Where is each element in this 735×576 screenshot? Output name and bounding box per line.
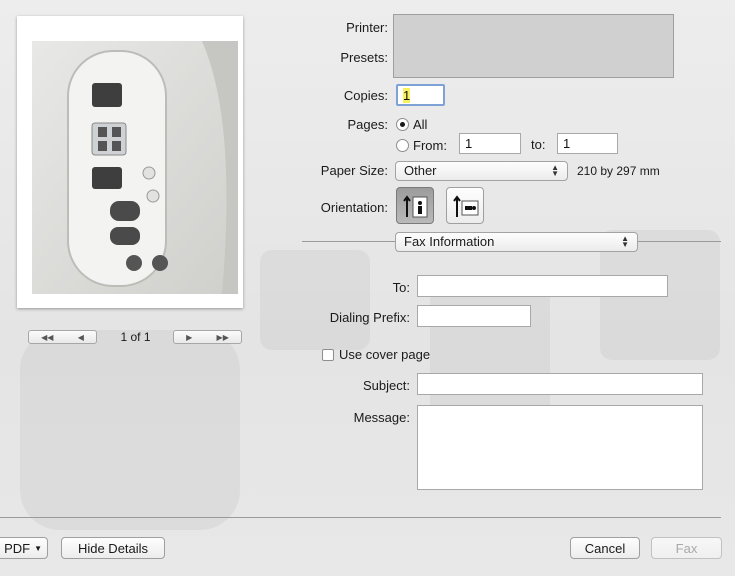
popup-arrows-icon: ▲ ▼ [621,234,629,249]
section-popup-value: Fax Information [404,234,495,249]
pages-from-radio[interactable]: From: [396,138,447,153]
printer-presets-placeholder [393,14,674,78]
paper-size-value: Other [404,163,437,178]
hide-details-button[interactable]: Hide Details [61,537,165,559]
section-popup[interactable]: Fax Information ▲ ▼ [395,232,638,252]
section-divider-right [638,241,721,242]
footer-divider [0,517,721,518]
orientation-portrait-button[interactable] [396,187,434,224]
last-page-icon[interactable]: ▶▶ [217,333,229,342]
orientation-landscape-button[interactable] [446,187,484,224]
use-cover-page-checkbox[interactable]: Use cover page [322,347,430,362]
orientation-label: Orientation: [320,200,388,215]
pdf-label: PDF [4,540,31,556]
paper-size-label: Paper Size: [320,163,388,178]
pages-all-radio-button[interactable] [396,118,409,131]
preview-first-prev-buttons[interactable]: ◀◀ ◀ [28,330,97,344]
page-indicator: 1 of 1 [120,330,151,344]
copies-value: 1 [403,88,411,103]
preview-photo [32,41,238,294]
paper-size-popup[interactable]: Other ▲ ▼ [395,161,568,181]
preview-navigation: ◀◀ ◀ 1 of 1 ▶ ▶▶ [28,330,242,344]
subject-field[interactable] [417,373,703,395]
paper-dimensions: 210 by 297 mm [577,164,660,178]
pages-all-label: All [413,117,428,132]
dialing-prefix-label: Dialing Prefix: [329,310,410,325]
pages-label: Pages: [347,117,388,132]
previous-page-icon[interactable]: ◀ [78,333,84,342]
copies-field[interactable]: 1 [396,84,445,106]
pages-to-label: to: [531,137,546,152]
first-page-icon[interactable]: ◀◀ [41,333,53,342]
pages-to-field[interactable]: 1 [557,133,618,154]
preview-next-last-buttons[interactable]: ▶ ▶▶ [173,330,242,344]
section-divider-left [302,241,395,242]
printer-label: Printer: [346,20,388,35]
presets-label: Presets: [340,50,388,65]
message-label: Message: [353,410,410,425]
use-cover-page-label: Use cover page [339,347,431,362]
dialing-prefix-field[interactable] [417,305,531,327]
copies-label: Copies: [343,88,388,103]
pages-from-field[interactable]: 1 [459,133,521,154]
popup-arrows-icon: ▲ ▼ [551,163,559,178]
chevron-down-icon: ▼ [34,543,42,553]
pages-all-radio[interactable]: All [396,117,427,132]
portrait-icon [403,194,428,217]
fax-to-field[interactable] [417,275,668,297]
fax-to-label: To: [392,280,410,295]
page-preview [17,16,243,308]
fax-button: Fax [651,537,722,559]
cancel-button[interactable]: Cancel [570,537,640,559]
landscape-icon [453,194,479,217]
next-page-icon[interactable]: ▶ [186,333,192,342]
pages-from-label: From: [413,138,447,153]
pdf-menu-button[interactable]: PDF ▼ [0,537,48,559]
pages-from-radio-button[interactable] [396,139,409,152]
message-textarea[interactable] [417,405,703,490]
use-cover-page-box[interactable] [322,348,334,361]
subject-label: Subject: [363,378,410,393]
